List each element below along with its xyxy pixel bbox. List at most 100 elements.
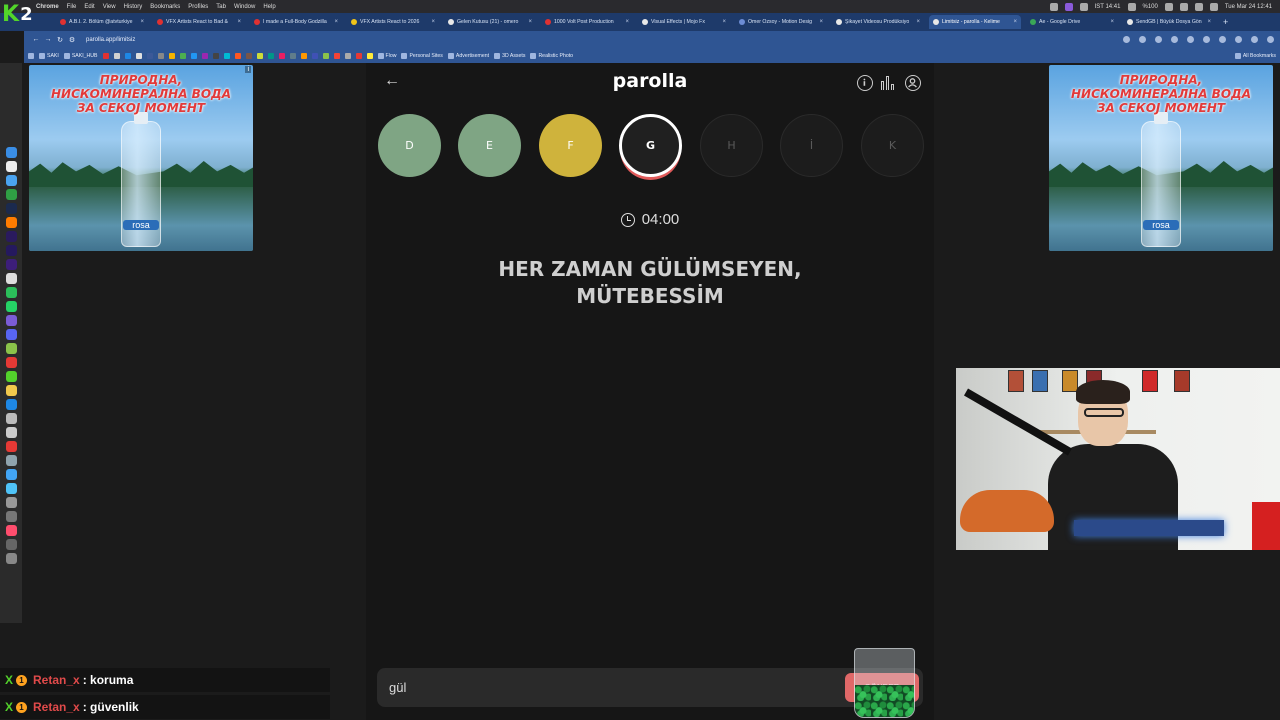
after-effects-icon[interactable]: [5, 245, 17, 256]
app-icon[interactable]: [5, 413, 17, 424]
bookmark-item[interactable]: SAKI: [39, 52, 59, 59]
browser-tab[interactable]: VFX Artists React to 2026 ×: [347, 15, 439, 29]
bookmark-icon[interactable]: [289, 52, 296, 59]
bookmark-folder[interactable]: Personal Sites: [401, 52, 443, 59]
apps-grid-icon[interactable]: [28, 52, 34, 59]
bookmark-icon[interactable]: [146, 52, 153, 59]
back-nav-icon[interactable]: ←: [30, 36, 42, 43]
new-tab-button[interactable]: +: [1223, 17, 1228, 27]
app-icon[interactable]: [5, 511, 17, 522]
status-app-icon[interactable]: [1079, 2, 1088, 11]
search-icon[interactable]: [1194, 2, 1203, 11]
bookmark-item[interactable]: Realistic Photo: [530, 52, 573, 59]
bookmark-icon[interactable]: [113, 52, 120, 59]
all-bookmarks[interactable]: All Bookmarks: [1234, 52, 1276, 59]
photoshop-icon[interactable]: [5, 203, 17, 214]
stats-icon[interactable]: [881, 76, 896, 90]
menu-help[interactable]: Help: [263, 4, 275, 10]
close-icon[interactable]: ×: [1207, 19, 1211, 25]
browser-tab[interactable]: 1000 Volt Post Production ×: [541, 15, 633, 29]
app-icon[interactable]: [5, 287, 17, 298]
menu-history[interactable]: History: [124, 4, 143, 10]
discord-icon[interactable]: [5, 329, 17, 340]
close-icon[interactable]: ×: [1013, 19, 1017, 25]
browser-tab[interactable]: A.B.İ. 2. Bölüm @atvturkiye ×: [56, 15, 148, 29]
close-icon[interactable]: ×: [140, 19, 144, 25]
close-icon[interactable]: ×: [625, 19, 629, 25]
app-icon[interactable]: [5, 441, 17, 452]
forward-nav-icon[interactable]: →: [42, 36, 54, 43]
bookmark-icon[interactable]: [322, 52, 329, 59]
profile-avatar-icon[interactable]: [1251, 36, 1258, 43]
premiere-icon[interactable]: [5, 231, 17, 242]
media-encoder-icon[interactable]: [5, 259, 17, 270]
bookmark-folder[interactable]: Flow: [377, 52, 396, 59]
close-icon[interactable]: ×: [237, 19, 241, 25]
app-icon[interactable]: [5, 469, 17, 480]
browser-tab[interactable]: Gelen Kutusu (21) - omero ×: [444, 15, 536, 29]
bookmark-icon[interactable]: [157, 52, 164, 59]
browser-tab[interactable]: Visual Effects | Mojo Fx ×: [638, 15, 730, 29]
bookmark-icon[interactable]: [278, 52, 285, 59]
bookmark-icon[interactable]: [234, 52, 241, 59]
app-icon[interactable]: [5, 427, 17, 438]
battery-text[interactable]: %100: [1143, 4, 1158, 10]
bookmark-icon[interactable]: [223, 52, 230, 59]
back-arrow-icon[interactable]: ←: [382, 72, 402, 90]
bookmark-icon[interactable]: [333, 52, 340, 59]
url-field[interactable]: parolla.app/limitsiz: [86, 37, 1123, 43]
app-icon[interactable]: [5, 273, 17, 284]
answer-input[interactable]: [389, 676, 829, 699]
ad-banner-right[interactable]: rosa ПРИРОДНА, НИСКОМИНЕРАЛНА ВОДА ЗА СЕ…: [1049, 65, 1273, 251]
browser-tab[interactable]: I made a Full-Body Godzilla ×: [250, 15, 342, 29]
bookmark-icon[interactable]: [366, 52, 373, 59]
site-info-icon[interactable]: ⚙: [66, 36, 78, 44]
star-icon[interactable]: [1139, 36, 1146, 43]
app-icon[interactable]: [5, 483, 17, 494]
world-clock-text[interactable]: IST 14:41: [1095, 4, 1121, 10]
menu-file[interactable]: File: [67, 4, 77, 10]
bookmark-icon[interactable]: [168, 52, 175, 59]
app-icon[interactable]: [5, 371, 17, 382]
trash-icon[interactable]: [5, 553, 17, 564]
app-icon[interactable]: [5, 161, 17, 172]
info-icon[interactable]: [857, 75, 873, 91]
app-icon[interactable]: [5, 175, 17, 186]
bookmark-icon[interactable]: [355, 52, 362, 59]
extensions-puzzle-icon[interactable]: [1203, 36, 1210, 43]
close-icon[interactable]: ×: [916, 19, 920, 25]
app-icon[interactable]: [5, 539, 17, 550]
bookmark-folder[interactable]: 3D Assets: [494, 52, 525, 59]
control-center-icon[interactable]: [1209, 2, 1218, 11]
bookmark-icon[interactable]: [102, 52, 109, 59]
bookmark-icon[interactable]: [300, 52, 307, 59]
app-icon[interactable]: [5, 343, 17, 354]
menu-profiles[interactable]: Profiles: [188, 4, 208, 10]
bookmark-icon[interactable]: [135, 52, 142, 59]
close-icon[interactable]: ×: [334, 19, 338, 25]
close-icon[interactable]: ×: [1110, 19, 1114, 25]
close-icon[interactable]: ×: [528, 19, 532, 25]
menubar-datetime[interactable]: Tue Mar 24 12:41: [1225, 4, 1272, 10]
app-icon[interactable]: [5, 455, 17, 466]
illustrator-icon[interactable]: [5, 217, 17, 228]
app-icon[interactable]: [5, 315, 17, 326]
extension-icon[interactable]: [1187, 36, 1194, 43]
menu-bookmarks[interactable]: Bookmarks: [150, 4, 180, 10]
app-icon[interactable]: [5, 497, 17, 508]
bookmark-icon[interactable]: [245, 52, 252, 59]
browser-tab[interactable]: SendGB | Büyük Dosya Gön ×: [1123, 15, 1215, 29]
bookmark-icon[interactable]: [256, 52, 263, 59]
ad-info-icon[interactable]: i: [245, 66, 251, 73]
more-menu-icon[interactable]: [1267, 36, 1274, 43]
menu-tab[interactable]: Tab: [216, 4, 226, 10]
finder-icon[interactable]: [5, 147, 17, 158]
wifi-icon[interactable]: [1179, 2, 1188, 11]
bookmark-folder[interactable]: Advertisement: [447, 52, 489, 59]
close-icon[interactable]: ×: [431, 19, 435, 25]
volume-icon[interactable]: [1127, 2, 1136, 11]
bookmark-icon[interactable]: [201, 52, 208, 59]
browser-tab-active[interactable]: Limitsiz - parolla - Kelime ×: [929, 15, 1021, 29]
browser-tab[interactable]: Şikayet Videosu Prodüksiyo ×: [832, 15, 924, 29]
browser-tab[interactable]: Ae - Google Drive ×: [1026, 15, 1118, 29]
